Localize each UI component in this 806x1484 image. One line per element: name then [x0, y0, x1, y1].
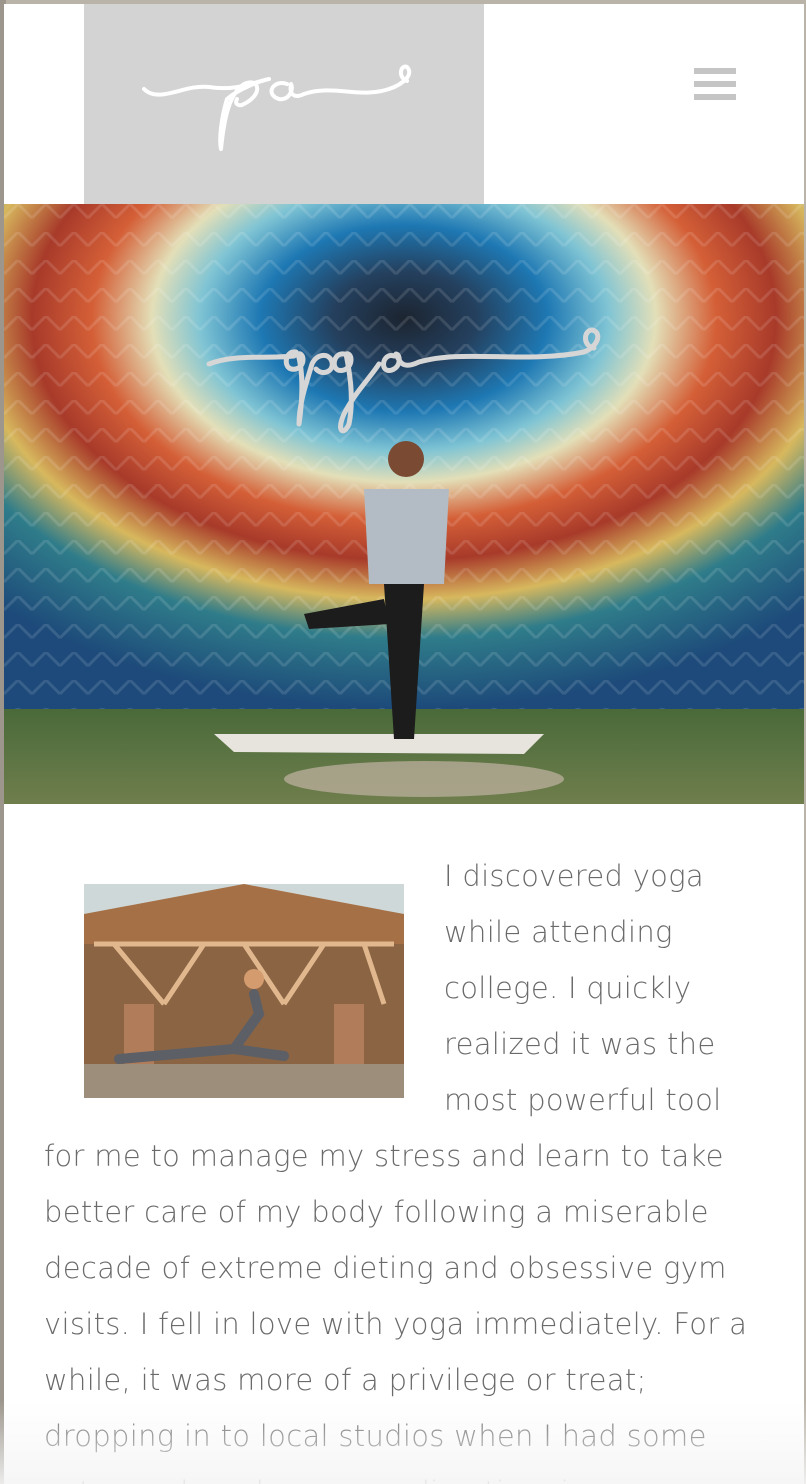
logo-script-pa [142, 64, 412, 151]
hero-title: yoga [204, 324, 604, 458]
about-paragraph: I discovered yoga while attending colleg… [44, 848, 764, 1484]
hamburger-icon [694, 68, 736, 74]
hero-mural-image [4, 204, 804, 804]
about-section: I discovered yoga while attending colleg… [4, 804, 804, 1484]
hero-banner: yoga [4, 204, 804, 804]
site-logo[interactable] [84, 4, 484, 204]
site-header [4, 4, 804, 204]
hamburger-menu-button[interactable] [694, 68, 738, 108]
page-frame: yoga I discovered yoga while attending c… [4, 4, 804, 1484]
